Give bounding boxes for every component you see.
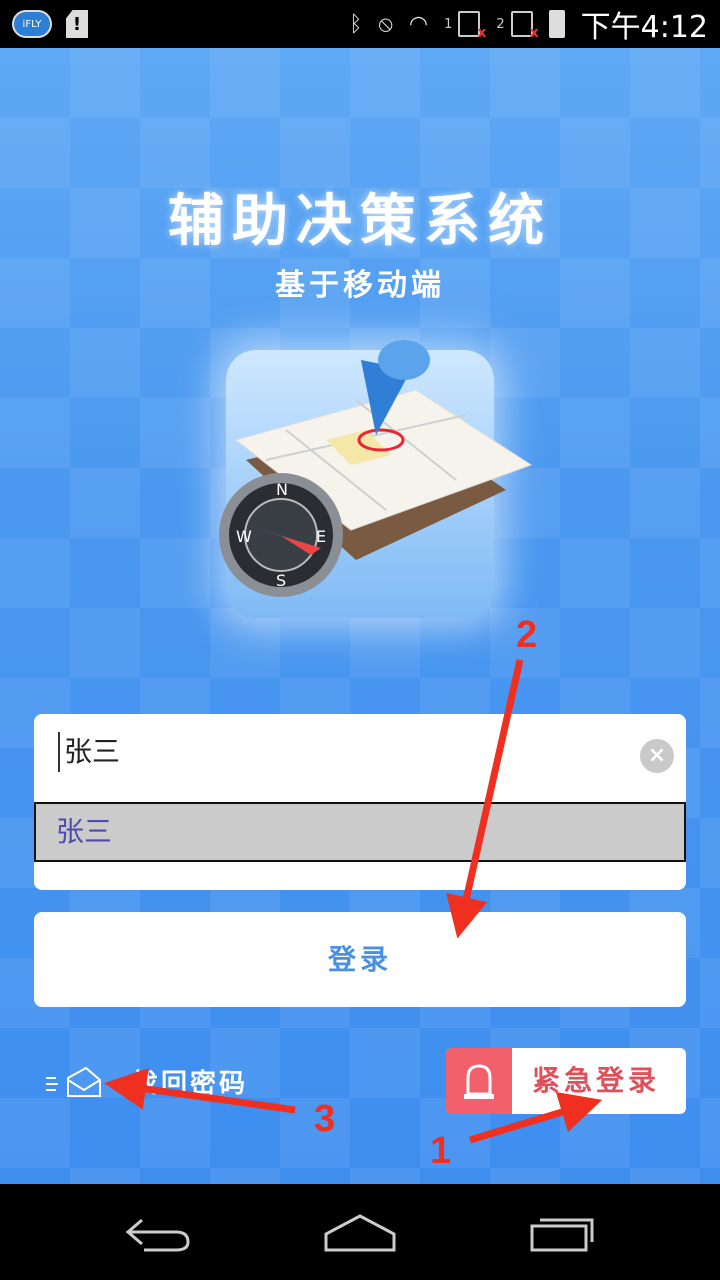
annotation-arrows xyxy=(104,659,603,1144)
recent-apps-icon[interactable] xyxy=(528,1212,598,1252)
annotation-1: 1 xyxy=(430,1130,452,1172)
sd-card-alert-icon: ! xyxy=(66,10,88,38)
vibrate-off-icon: ⦸ xyxy=(378,11,393,37)
sim1-icon xyxy=(458,11,486,41)
status-bar: iFLY ! ᛒ ⦸ ◠ 1 2 下午4:12 xyxy=(0,0,720,48)
bluetooth-icon: ᛒ xyxy=(349,11,363,37)
arrow-3 xyxy=(104,1068,296,1114)
login-screen: 辅助决策系统 基于移动端 N W E S 张三 × 张三 登录 找回密码 紧急登… xyxy=(0,48,720,1184)
wifi-icon: ◠ xyxy=(408,11,429,37)
annotation-3: 3 xyxy=(314,1098,336,1140)
arrow-2 xyxy=(446,659,524,939)
arrow-1 xyxy=(468,1092,603,1144)
home-icon[interactable] xyxy=(322,1212,398,1252)
ifly-icon: iFLY xyxy=(12,10,52,38)
sim1-number: 1 xyxy=(444,16,453,32)
back-icon[interactable] xyxy=(124,1212,194,1252)
sim2-number: 2 xyxy=(496,16,505,32)
sim2-icon xyxy=(510,11,539,41)
navigation-bar xyxy=(0,1184,720,1280)
battery-icon xyxy=(548,10,565,38)
annotation-2: 2 xyxy=(516,614,538,656)
status-time: 下午4:12 xyxy=(580,10,708,45)
